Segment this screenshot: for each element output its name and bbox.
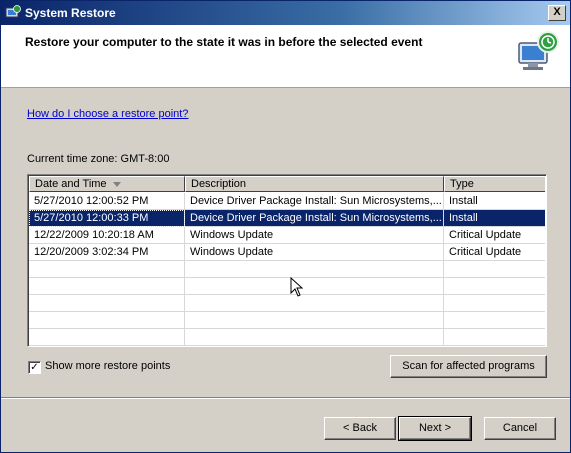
row-type: Install	[444, 193, 545, 210]
help-link[interactable]: How do I choose a restore point?	[27, 108, 188, 120]
row-description: Windows Update	[185, 227, 444, 244]
column-header-description-label: Description	[191, 178, 247, 190]
wizard-header: Restore your computer to the state it wa…	[1, 25, 570, 88]
show-more-checkbox[interactable]: ✓	[28, 361, 41, 374]
restore-points-list[interactable]: Date and Time Description Type 5/27/2010…	[27, 174, 547, 347]
column-header-date-label: Date and Time	[35, 178, 107, 190]
empty-row	[29, 295, 545, 312]
row-description: Device Driver Package Install: Sun Micro…	[185, 210, 444, 227]
column-header-type-label: Type	[450, 178, 474, 190]
system-restore-icon	[5, 5, 21, 18]
row-date: 12/20/2009 3:02:34 PM	[29, 244, 185, 261]
table-row[interactable]: 12/22/2009 10:20:18 AM Windows Update Cr…	[29, 227, 545, 244]
close-button[interactable]: X	[548, 5, 566, 21]
column-header-date[interactable]: Date and Time	[29, 176, 185, 192]
row-date: 5/27/2010 12:00:52 PM	[29, 193, 185, 210]
row-type: Critical Update	[444, 227, 545, 244]
restore-monitor-icon	[518, 31, 559, 70]
table-row[interactable]: 5/27/2010 12:00:52 PM Device Driver Pack…	[29, 193, 545, 210]
row-description: Device Driver Package Install: Sun Micro…	[185, 193, 444, 210]
system-restore-window: System Restore X Restore your computer t…	[0, 0, 571, 453]
row-type: Install	[444, 210, 545, 227]
table-row[interactable]: 12/20/2009 3:02:34 PM Windows Update Cri…	[29, 244, 545, 261]
empty-row	[29, 261, 545, 278]
title-bar[interactable]: System Restore X	[1, 1, 570, 25]
row-date: 5/27/2010 12:00:33 PM	[29, 210, 185, 227]
page-title: Restore your computer to the state it wa…	[25, 35, 423, 49]
row-type: Critical Update	[444, 244, 545, 261]
list-header: Date and Time Description Type	[29, 176, 545, 192]
back-button[interactable]: < Back	[324, 417, 396, 440]
column-header-type[interactable]: Type	[444, 176, 545, 192]
scan-affected-programs-button[interactable]: Scan for affected programs	[390, 355, 547, 378]
empty-row	[29, 312, 545, 329]
footer-divider	[1, 397, 570, 399]
empty-row	[29, 329, 545, 346]
mouse-cursor-icon	[290, 277, 304, 297]
table-row-selected[interactable]: 5/27/2010 12:00:33 PM Device Driver Pack…	[29, 210, 545, 227]
column-header-description[interactable]: Description	[185, 176, 444, 192]
next-button[interactable]: Next >	[398, 416, 472, 441]
timezone-label: Current time zone: GMT-8:00	[27, 153, 170, 165]
empty-row	[29, 278, 545, 295]
window-title: System Restore	[25, 6, 116, 20]
sort-descending-icon	[112, 181, 121, 187]
row-description: Windows Update	[185, 244, 444, 261]
row-date: 12/22/2009 10:20:18 AM	[29, 227, 185, 244]
show-more-label[interactable]: Show more restore points	[45, 360, 170, 372]
cancel-button[interactable]: Cancel	[484, 417, 556, 440]
